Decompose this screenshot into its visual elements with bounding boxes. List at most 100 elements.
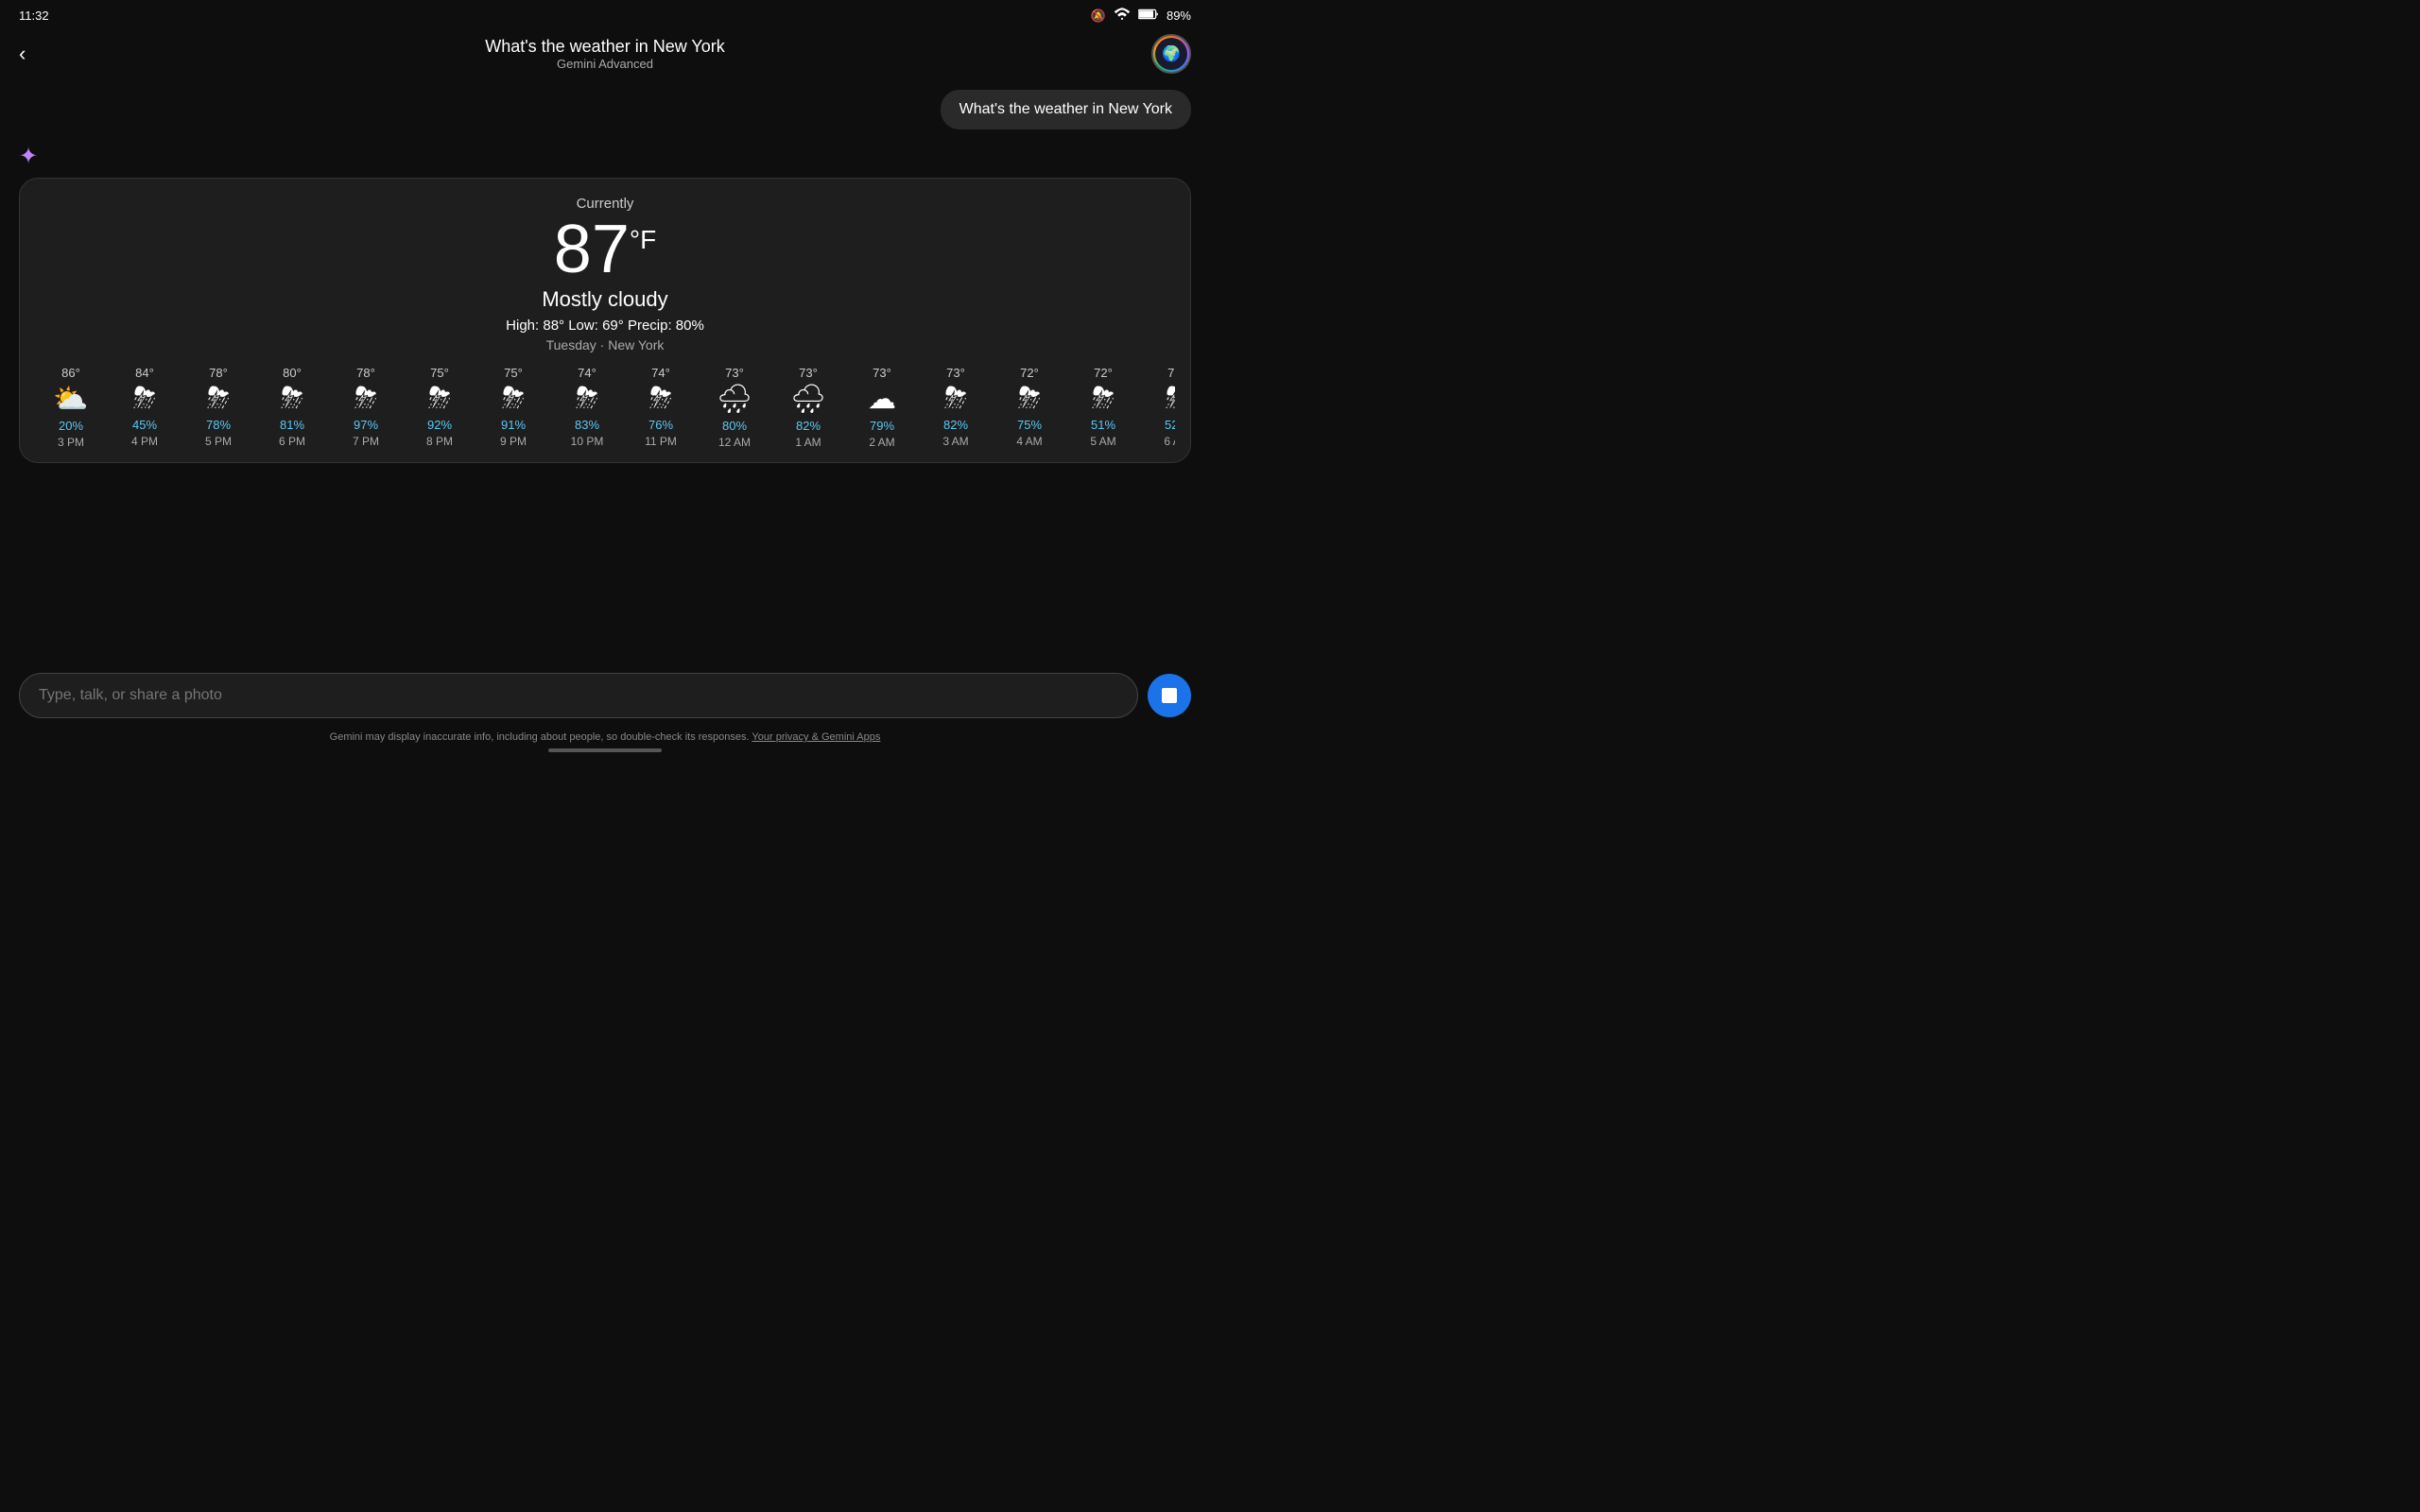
hour-item: 72° ⛈ 51% 5 AM — [1067, 366, 1139, 449]
hour-precip: 92% — [427, 418, 452, 432]
hour-weather-icon: ⛅ — [53, 383, 88, 416]
hour-temp: 73° — [725, 366, 744, 380]
privacy-link[interactable]: Your privacy & Gemini Apps — [752, 731, 880, 743]
stop-icon — [1162, 688, 1177, 703]
hour-item: 73° 🌧 80% 12 AM — [699, 366, 770, 449]
precip-value: 80% — [676, 318, 704, 334]
app-subtitle: Gemini Advanced — [485, 57, 725, 71]
user-avatar[interactable]: 🌍 — [1151, 34, 1191, 74]
avatar-inner: 🌍 — [1155, 38, 1187, 70]
hour-precip: 52% — [1165, 418, 1175, 432]
low-label: Low: — [568, 318, 602, 334]
hour-time: 5 AM — [1090, 435, 1115, 448]
hourly-forecast-scroll[interactable]: 86° ⛅ 20% 3 PM 84° ⛈ 45% 4 PM 78° ⛈ 78% … — [35, 366, 1175, 449]
low-value: 69° — [602, 318, 624, 334]
conversation-title: What's the weather in New York — [485, 37, 725, 57]
hour-precip: 51% — [1091, 418, 1115, 432]
battery-display — [1138, 9, 1159, 23]
hour-item: 72° ⛈ 75% 4 AM — [994, 366, 1065, 449]
hour-item: 74° ⛈ 76% 11 PM — [625, 366, 697, 449]
gemini-star-icon: ✦ — [0, 139, 1210, 174]
weather-card: Currently 87°F Mostly cloudy High: 88° L… — [19, 178, 1191, 463]
header-center: What's the weather in New York Gemini Ad… — [485, 37, 725, 71]
hour-time: 3 AM — [942, 435, 968, 448]
hour-time: 4 PM — [131, 435, 158, 448]
header: ‹ What's the weather in New York Gemini … — [0, 31, 1210, 80]
hour-temp: 74° — [651, 366, 670, 380]
hour-weather-icon: ⛈ — [133, 383, 156, 415]
hour-temp: 78° — [356, 366, 375, 380]
hour-weather-icon: ⛈ — [649, 383, 672, 415]
hour-temp: 84° — [135, 366, 154, 380]
hour-time: 1 AM — [795, 436, 821, 449]
hour-weather-icon: ⛈ — [428, 383, 451, 415]
hour-time: 8 PM — [426, 435, 453, 448]
hour-temp: 73° — [799, 366, 818, 380]
back-button[interactable]: ‹ — [19, 42, 26, 66]
weather-details: High: 88° Low: 69° Precip: 80% — [35, 318, 1175, 334]
hour-weather-icon: ⛈ — [354, 383, 377, 415]
hour-precip: 97% — [354, 418, 378, 432]
time-display: 11:32 — [19, 9, 49, 23]
hour-weather-icon: ⛈ — [1018, 383, 1041, 415]
hour-time: 6 PM — [279, 435, 305, 448]
wifi-icon — [1114, 8, 1131, 24]
hour-weather-icon: ⛈ — [281, 383, 303, 415]
hour-time: 7 PM — [353, 435, 379, 448]
hour-temp: 78° — [209, 366, 228, 380]
hour-precip: 75% — [1017, 418, 1042, 432]
weather-condition: Mostly cloudy — [35, 287, 1175, 312]
hour-precip: 91% — [501, 418, 526, 432]
hour-weather-icon: ⛈ — [1166, 383, 1175, 415]
hour-precip: 76% — [648, 418, 673, 432]
hour-temp: 73° — [946, 366, 965, 380]
hour-time: 12 AM — [718, 436, 751, 449]
precip-label: Precip: — [628, 318, 676, 334]
home-indicator — [548, 748, 662, 752]
hour-precip: 20% — [59, 419, 83, 433]
hour-time: 2 AM — [869, 436, 894, 449]
hour-item: 72° ⛈ 52% 6 AM — [1141, 366, 1175, 449]
chat-input[interactable] — [19, 673, 1138, 718]
hour-time: 9 PM — [500, 435, 527, 448]
status-bar: 11:32 🔕 89% — [0, 0, 1210, 31]
hour-precip: 80% — [722, 419, 747, 433]
hour-weather-icon: ⛈ — [576, 383, 598, 415]
hour-weather-icon: 🌧 — [790, 383, 826, 416]
status-icons: 🔕 89% — [1091, 8, 1191, 24]
hour-time: 11 PM — [645, 435, 677, 448]
chat-area: What's the weather in New York — [0, 80, 1210, 139]
hour-precip: 83% — [575, 418, 599, 432]
stop-button[interactable] — [1148, 674, 1191, 717]
hour-item: 78° ⛈ 97% 7 PM — [330, 366, 402, 449]
hour-item: 86° ⛅ 20% 3 PM — [35, 366, 107, 449]
input-area — [0, 673, 1210, 718]
hour-temp: 75° — [504, 366, 523, 380]
hour-weather-icon: ⛈ — [502, 383, 525, 415]
mute-icon: 🔕 — [1091, 9, 1106, 24]
hour-item: 84° ⛈ 45% 4 PM — [109, 366, 181, 449]
location-date: Tuesday · New York — [35, 337, 1175, 352]
hour-weather-icon: ⛈ — [207, 383, 230, 415]
disclaimer-text: Gemini may display inaccurate info, incl… — [0, 731, 1210, 743]
hour-weather-icon: ⛈ — [944, 383, 967, 415]
hour-item: 73° ⛈ 82% 3 AM — [920, 366, 992, 449]
hour-time: 10 PM — [571, 435, 604, 448]
hour-precip: 81% — [280, 418, 304, 432]
hour-item: 78° ⛈ 78% 5 PM — [182, 366, 254, 449]
hour-temp: 80° — [283, 366, 302, 380]
hour-time: 3 PM — [58, 436, 84, 449]
high-label: High: — [506, 318, 543, 334]
hour-precip: 82% — [796, 419, 821, 433]
hour-temp: 72° — [1167, 366, 1175, 380]
hour-weather-icon: ☁ — [868, 383, 896, 416]
hour-time: 5 PM — [205, 435, 232, 448]
hour-item: 75° ⛈ 91% 9 PM — [477, 366, 549, 449]
hour-temp: 72° — [1020, 366, 1039, 380]
user-message-bubble: What's the weather in New York — [941, 90, 1191, 129]
hour-item: 74° ⛈ 83% 10 PM — [551, 366, 623, 449]
hour-precip: 82% — [943, 418, 968, 432]
hour-precip: 45% — [132, 418, 157, 432]
currently-label: Currently — [35, 196, 1175, 212]
hour-weather-icon: 🌧 — [717, 383, 752, 416]
